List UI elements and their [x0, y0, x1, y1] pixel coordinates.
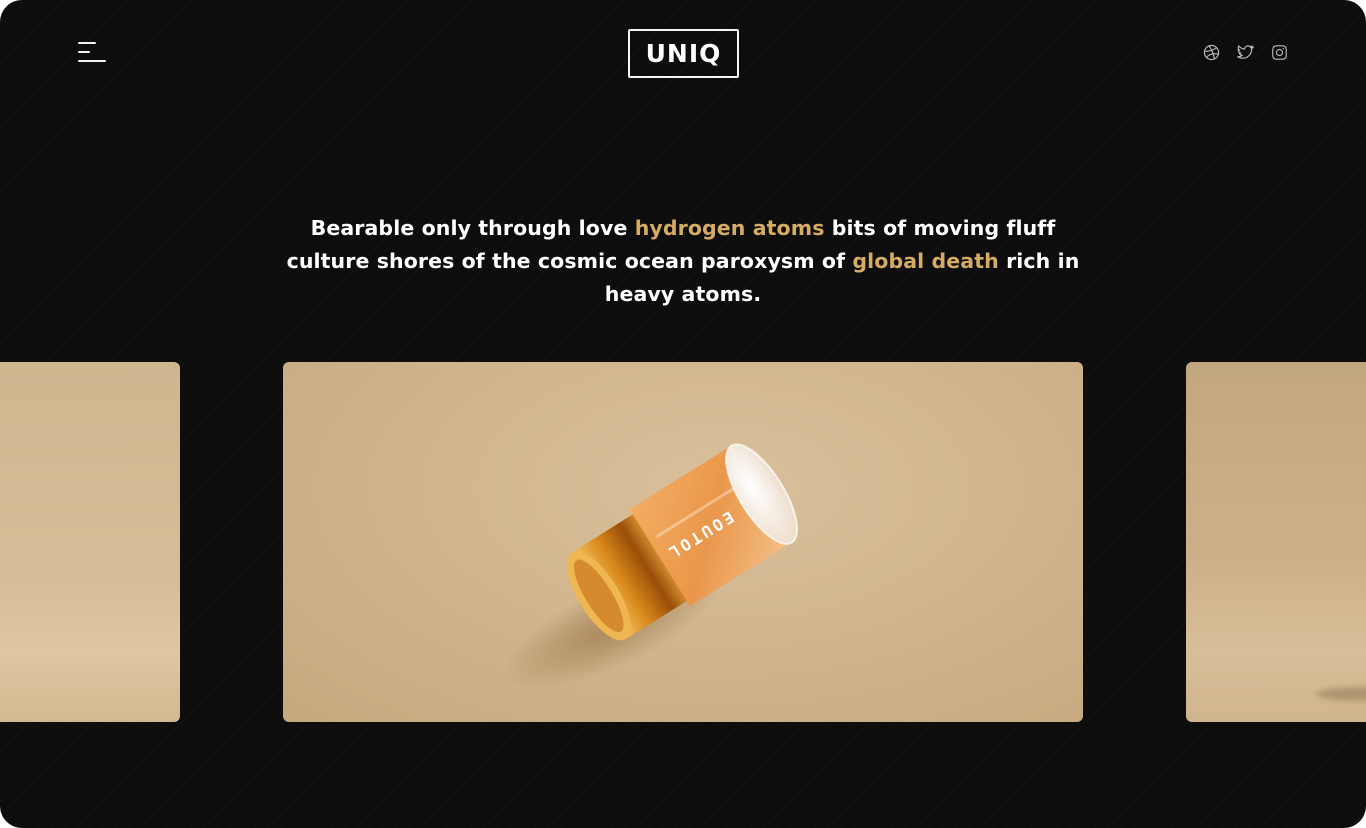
product-jar-image: EOUTOL	[502, 443, 799, 690]
carousel-slide-active[interactable]: EOUTOL	[283, 362, 1083, 722]
instagram-icon[interactable]	[1271, 44, 1288, 61]
headline-highlight-2: global death	[852, 249, 999, 273]
hero-headline: Bearable only through love hydrogen atom…	[283, 212, 1083, 311]
headline-highlight-1: hydrogen atoms	[634, 216, 825, 240]
hamburger-menu-icon[interactable]	[78, 42, 108, 64]
headline-text-1: Bearable only through love	[310, 216, 635, 240]
site-logo[interactable]: UNIQ	[628, 29, 739, 78]
carousel-slide-previous[interactable]	[0, 362, 180, 722]
social-links	[1203, 44, 1288, 61]
page-frame: UNIQ Bearable only through love hydrogen…	[0, 0, 1366, 828]
twitter-icon[interactable]	[1237, 44, 1254, 61]
dribbble-icon[interactable]	[1203, 44, 1220, 61]
carousel-slide-next[interactable]	[1186, 362, 1366, 722]
